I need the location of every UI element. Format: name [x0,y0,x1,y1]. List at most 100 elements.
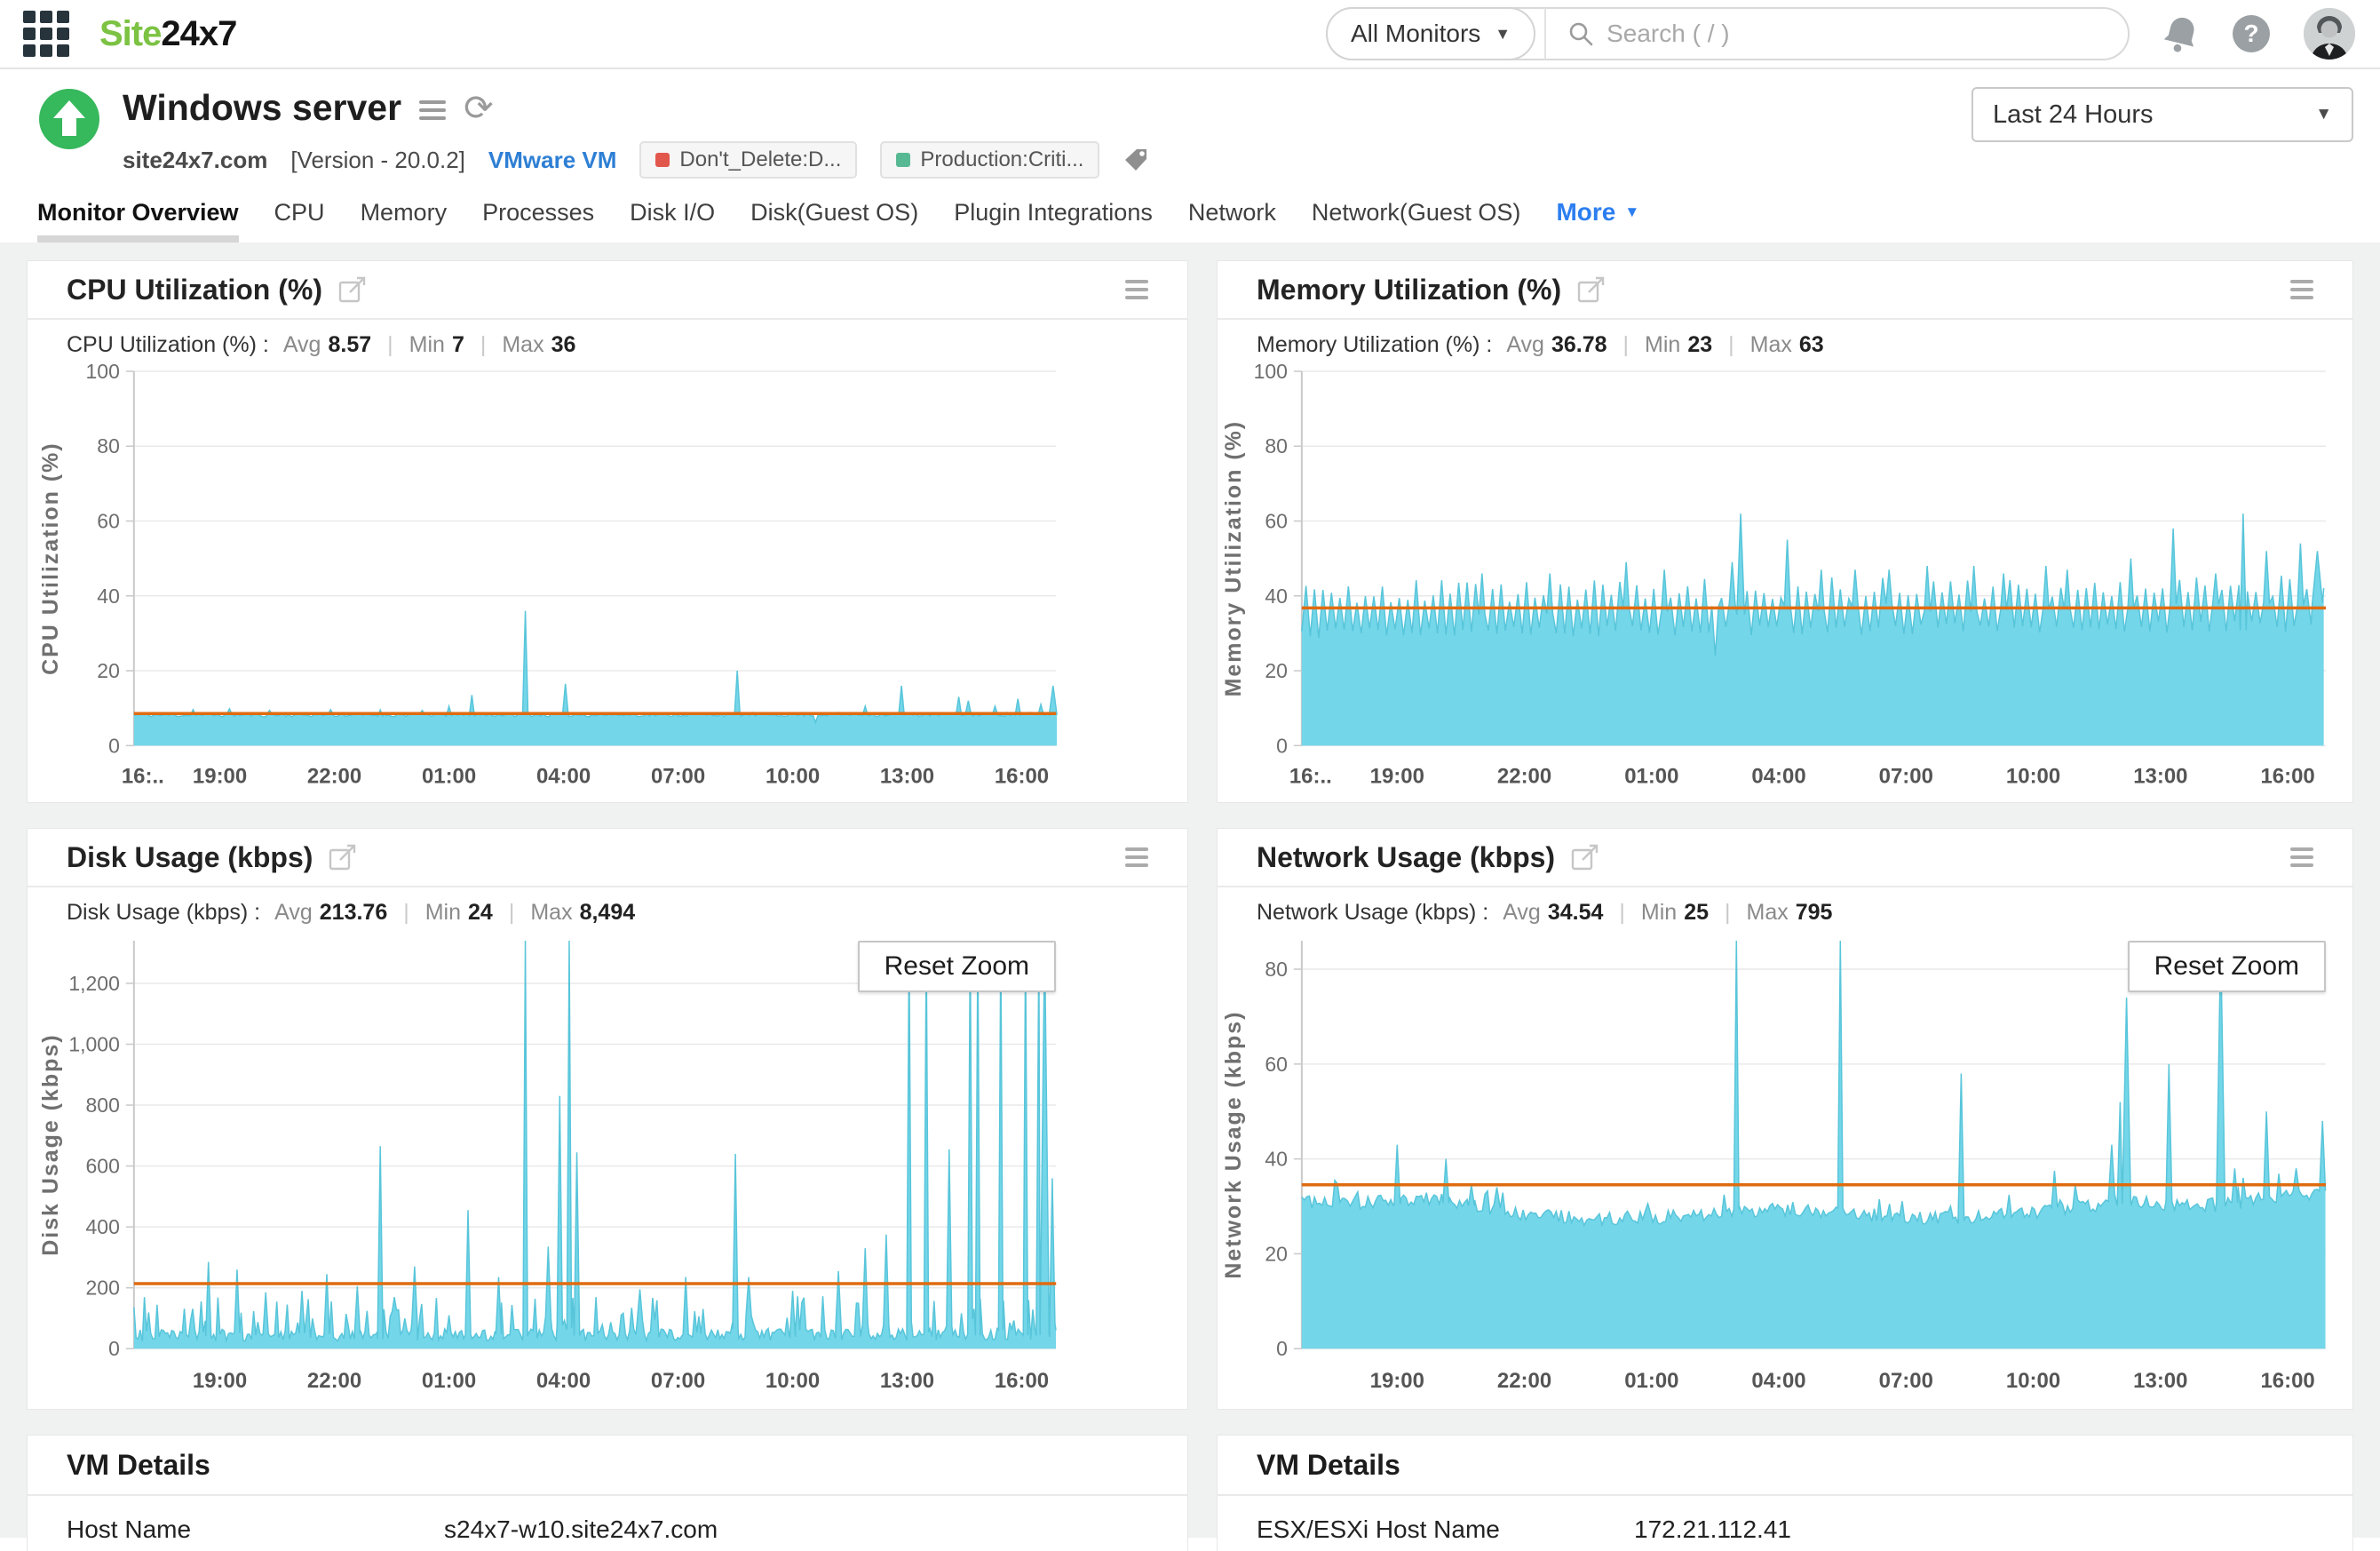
status-up-icon [37,87,101,179]
avatar[interactable] [2304,8,2355,60]
search-divider [1544,8,1547,60]
svg-text:10:00: 10:00 [2006,1369,2060,1393]
svg-text:13:00: 13:00 [880,1369,934,1393]
app-grid-icon[interactable] [23,11,69,57]
svg-text:20: 20 [97,659,120,682]
reset-zoom-button[interactable]: Reset Zoom [2127,941,2326,993]
svg-text:22:00: 22:00 [307,1369,361,1393]
chevron-down-icon: ▼ [2315,105,2332,123]
panel-menu-icon[interactable] [1125,847,1148,868]
svg-text:80: 80 [97,434,120,457]
vmware-vm-link[interactable]: VMware VM [488,147,617,174]
memory-utilization-chart[interactable]: 0 20 40 60 80 100 16:.. 19:00 22:00 01:00 04:00 07:… [1218,359,2352,802]
svg-text:80: 80 [1265,958,1288,981]
svg-text:0: 0 [1276,734,1288,757]
svg-text:01:00: 01:00 [1624,764,1678,788]
svg-text:01:00: 01:00 [1624,1369,1678,1393]
network-usage-panel: Network Usage (kbps) Network Usage (kbps… [1217,828,2353,1411]
cpu-stats-row: CPU Utilization (%) : Avg 8.57 | Min 7 | M… [67,331,576,357]
vm-details-panel-right: VM Details ESX/ESXi Host Name 172.21.112… [1217,1435,2353,1551]
tab-memory[interactable]: Memory [361,199,448,243]
svg-text:10:00: 10:00 [766,764,820,788]
top-header: Site24x7 All Monitors ▼ ? [0,0,2380,69]
tab-monitor-overview[interactable]: Monitor Overview [37,199,239,243]
tab-plugin-integrations[interactable]: Plugin Integrations [954,199,1153,243]
expand-chart-icon[interactable] [329,843,357,871]
svg-text:40: 40 [97,585,120,608]
svg-text:19:00: 19:00 [1370,1369,1424,1393]
vm-details-title: VM Details [67,1448,210,1481]
tab-network[interactable]: Network [1188,199,1276,243]
svg-text:13:00: 13:00 [2133,764,2187,788]
expand-chart-icon[interactable] [1577,275,1606,304]
panel-title: Network Usage (kbps) [1257,840,1556,873]
tab-disk-guest-os[interactable]: Disk(Guest OS) [750,199,918,243]
svg-text:19:00: 19:00 [1370,764,1424,788]
tag-label: Production:Criti... [920,147,1084,171]
svg-text:60: 60 [1265,1053,1288,1076]
svg-text:16:00: 16:00 [2260,1369,2314,1393]
help-icon[interactable]: ? [2233,15,2270,52]
svg-text:10:00: 10:00 [2006,764,2060,788]
tag-dont-delete[interactable]: Don't_Delete:D... [639,141,858,179]
vm-detail-value: 172.21.112.41 [1634,1515,1791,1544]
tag-production[interactable]: Production:Criti... [880,141,1100,179]
svg-text:16:..: 16:.. [122,764,164,788]
svg-text:100: 100 [86,360,120,383]
disk-usage-chart[interactable]: 0 200 400 600 800 1,000 1,200 19:00 22:00 01:00 04… [28,927,1187,1409]
tab-more[interactable]: More ▼ [1556,198,1639,243]
logo-site: Site [99,13,162,53]
svg-text:0: 0 [108,734,120,757]
tab-cpu[interactable]: CPU [274,199,325,243]
cpu-utilization-panel: CPU Utilization (%) CPU Utilization (%) … [27,260,1188,804]
global-search: All Monitors ▼ [1326,7,2130,60]
monitor-domain: site24x7.com [123,146,268,173]
page-title: Windows server [123,87,402,128]
monitor-scope-dropdown[interactable]: All Monitors ▼ [1326,7,1536,60]
vm-detail-row: Host Name s24x7-w10.site24x7.com [28,1496,1187,1551]
tag-icon[interactable] [1123,147,1149,173]
search-input[interactable] [1606,20,2128,48]
vm-details-title: VM Details [1257,1448,1400,1481]
refresh-icon[interactable]: ⟳ [464,91,494,126]
monitor-scope-label: All Monitors [1351,20,1481,47]
svg-text:0: 0 [108,1337,120,1360]
reset-zoom-button[interactable]: Reset Zoom [857,941,1056,993]
svg-text:01:00: 01:00 [422,1369,476,1393]
notification-bell-icon[interactable] [2163,14,2199,53]
svg-text:04:00: 04:00 [536,764,591,788]
expand-chart-icon[interactable] [338,275,367,304]
expand-chart-icon[interactable] [1571,843,1599,871]
svg-text:13:00: 13:00 [880,764,934,788]
svg-text:07:00: 07:00 [651,1369,705,1393]
svg-text:20: 20 [1265,1243,1288,1266]
svg-text:01:00: 01:00 [422,764,476,788]
svg-text:16:00: 16:00 [2260,764,2314,788]
tab-processes[interactable]: Processes [482,199,594,243]
svg-text:22:00: 22:00 [1497,764,1551,788]
vm-details-panel-left: VM Details Host Name s24x7-w10.site24x7.… [27,1435,1188,1551]
time-range-dropdown[interactable]: Last 24 Hours ▼ [1971,87,2353,142]
network-stats-row: Network Usage (kbps) : Avg 34.54 | Min 25 … [1257,899,1833,925]
svg-text:1,000: 1,000 [68,1033,119,1056]
panel-menu-icon[interactable] [2290,847,2313,868]
svg-text:16:00: 16:00 [995,764,1049,788]
panel-menu-icon[interactable] [1125,280,1148,299]
tab-disk-io[interactable]: Disk I/O [630,199,715,243]
svg-text:0: 0 [1276,1337,1288,1360]
monitor-menu-icon[interactable] [419,97,447,120]
panel-title: Disk Usage (kbps) [67,840,313,873]
tab-network-guest-os[interactable]: Network(Guest OS) [1312,199,1521,243]
time-range-label: Last 24 Hours [1993,99,2154,129]
svg-text:07:00: 07:00 [651,764,705,788]
svg-text:80: 80 [1265,434,1288,457]
svg-text:400: 400 [86,1215,120,1238]
network-usage-chart[interactable]: 0 20 40 60 80 19:00 22:00 01:00 04:00 07:00 10:00 1… [1218,927,2352,1409]
panel-title: Memory Utilization (%) [1257,273,1562,306]
panel-menu-icon[interactable] [2290,280,2313,299]
site24x7-logo[interactable]: Site24x7 [99,13,237,54]
svg-text:04:00: 04:00 [1751,764,1805,788]
cpu-utilization-chart[interactable]: 0 20 40 60 80 100 16:.. 19:00 22:00 01:00 04:00 07:… [28,359,1187,802]
svg-text:100: 100 [1254,360,1288,383]
vm-detail-row: ESX/ESXi Host Name 172.21.112.41 [1218,1496,2352,1551]
